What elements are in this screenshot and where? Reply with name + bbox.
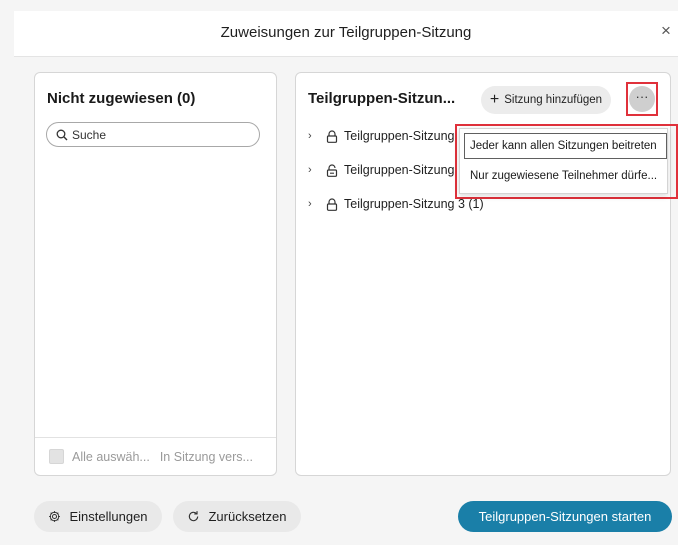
gear-icon [49,511,61,522]
dialog-header: Zuweisungen zur Teilgruppen-Sitzung × [14,11,678,57]
breakout-assignment-dialog: Zuweisungen zur Teilgruppen-Sitzung × Ni… [0,0,678,545]
session-options-menu: Jeder kann allen Sitzungen beitreten Nur… [459,128,668,194]
menu-item-assigned-only[interactable]: Nur zugewiesene Teilnehmer dürfe... [464,163,667,189]
chevron-right-icon[interactable]: › [308,164,318,176]
move-to-session-button[interactable]: In Sitzung vers... [160,450,253,464]
settings-button[interactable]: Einstellungen [34,501,162,532]
reset-button[interactable]: Zurücksetzen [173,501,301,532]
lock-icon [326,129,338,143]
plus-icon: + [489,91,500,108]
session-label: Teilgruppen-Sitzung [344,129,455,143]
reset-icon [189,511,199,522]
add-session-label: Sitzung hinzufügen [504,94,603,106]
add-session-button[interactable]: + Sitzung hinzufügen [481,86,611,114]
select-all-checkbox[interactable] [49,449,64,464]
search-input[interactable]: Suche [46,122,260,147]
unassigned-footer: Alle auswäh... In Sitzung vers... [35,437,276,475]
unassigned-panel: Nicht zugewiesen (0) Suche Alle auswäh..… [34,72,277,476]
close-icon[interactable]: × [656,21,676,41]
session-item[interactable]: › Teilgruppen-Sitzung [308,129,455,143]
chevron-right-icon[interactable]: › [308,130,318,142]
session-label: Teilgruppen-Sitzung 3 (1) [344,197,484,211]
search-placeholder: Suche [72,127,107,142]
lock-icon [326,197,338,211]
sessions-title: Teilgruppen-Sitzun... [308,90,456,107]
session-item[interactable]: › Teilgruppen-Sitzung 3 (1) [308,197,484,211]
dialog-title: Zuweisungen zur Teilgruppen-Sitzung [220,24,472,41]
start-sessions-button[interactable]: Teilgruppen-Sitzungen starten [458,501,672,532]
more-button-highlight [626,82,658,116]
lock-open-icon [326,163,338,177]
menu-item-everyone-can-join[interactable]: Jeder kann allen Sitzungen beitreten [464,133,667,159]
chevron-right-icon[interactable]: › [308,198,318,210]
reset-label: Zurücksetzen [208,509,287,524]
session-item[interactable]: › Teilgruppen-Sitzung [308,163,455,177]
settings-label: Einstellungen [69,509,148,524]
search-icon [56,129,68,140]
session-label: Teilgruppen-Sitzung [344,163,455,177]
unassigned-title: Nicht zugewiesen (0) [47,90,196,107]
select-all-label: Alle auswäh... [72,449,150,464]
